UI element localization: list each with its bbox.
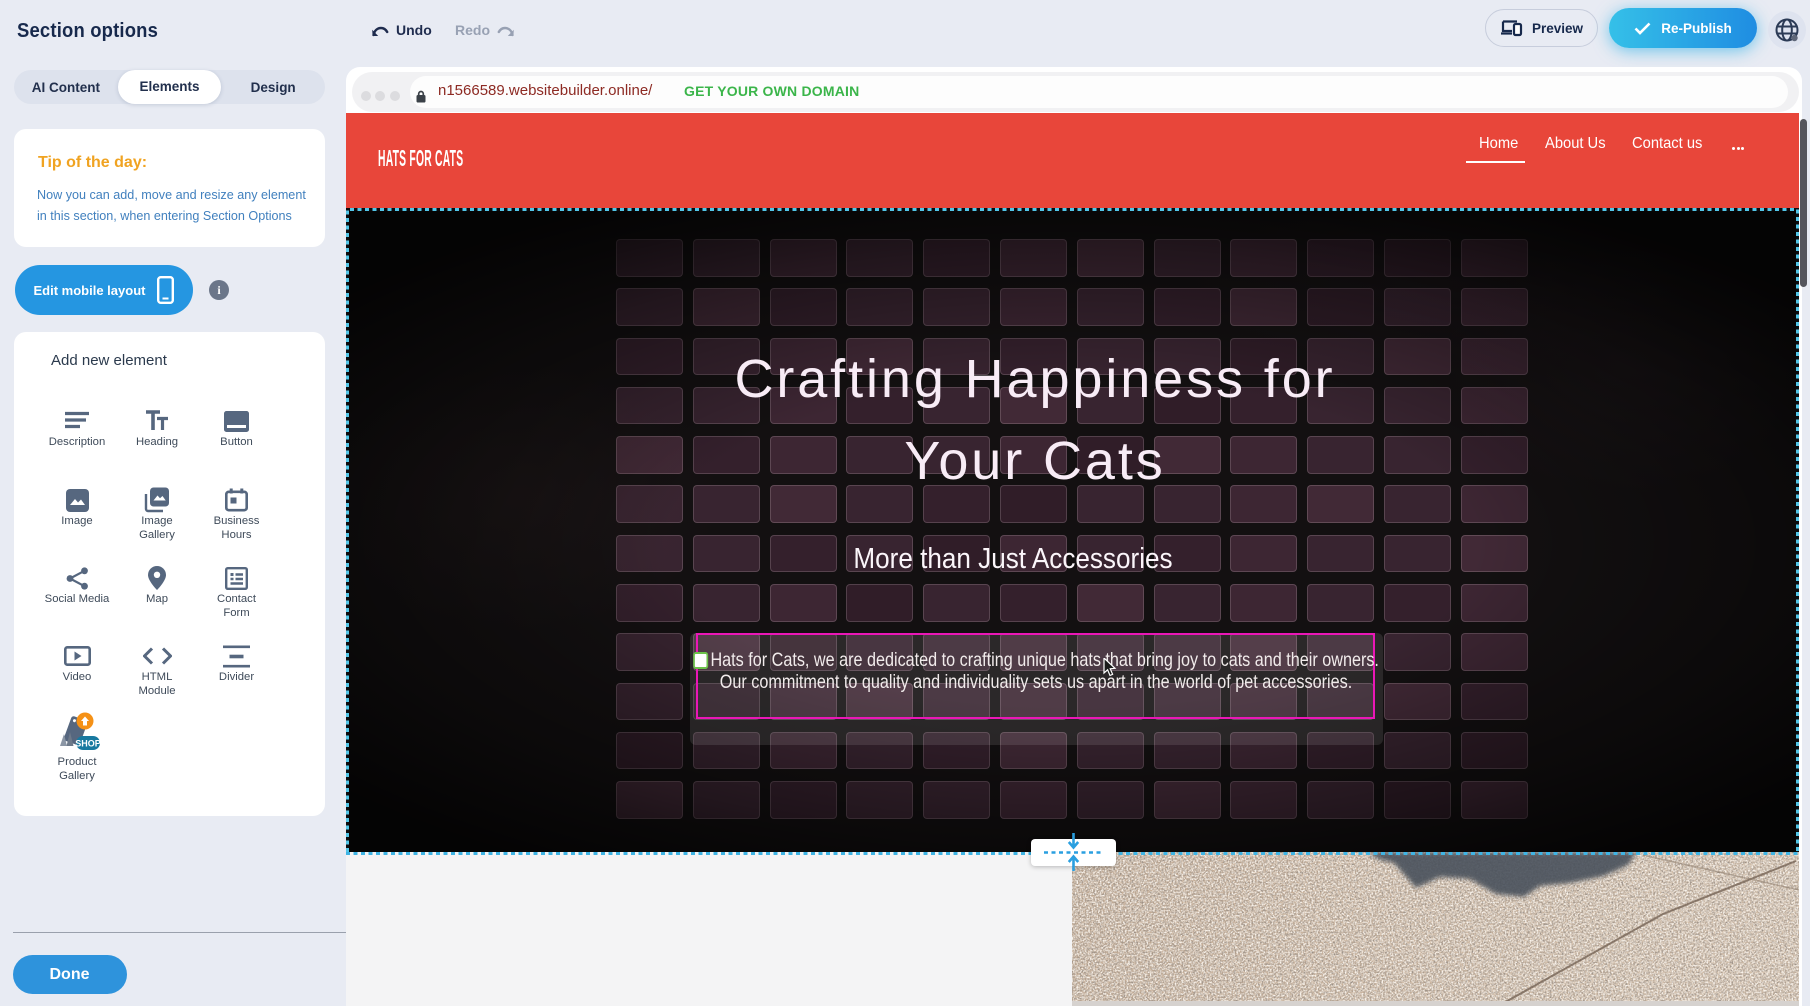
svg-text:SHOP: SHOP xyxy=(75,739,100,749)
